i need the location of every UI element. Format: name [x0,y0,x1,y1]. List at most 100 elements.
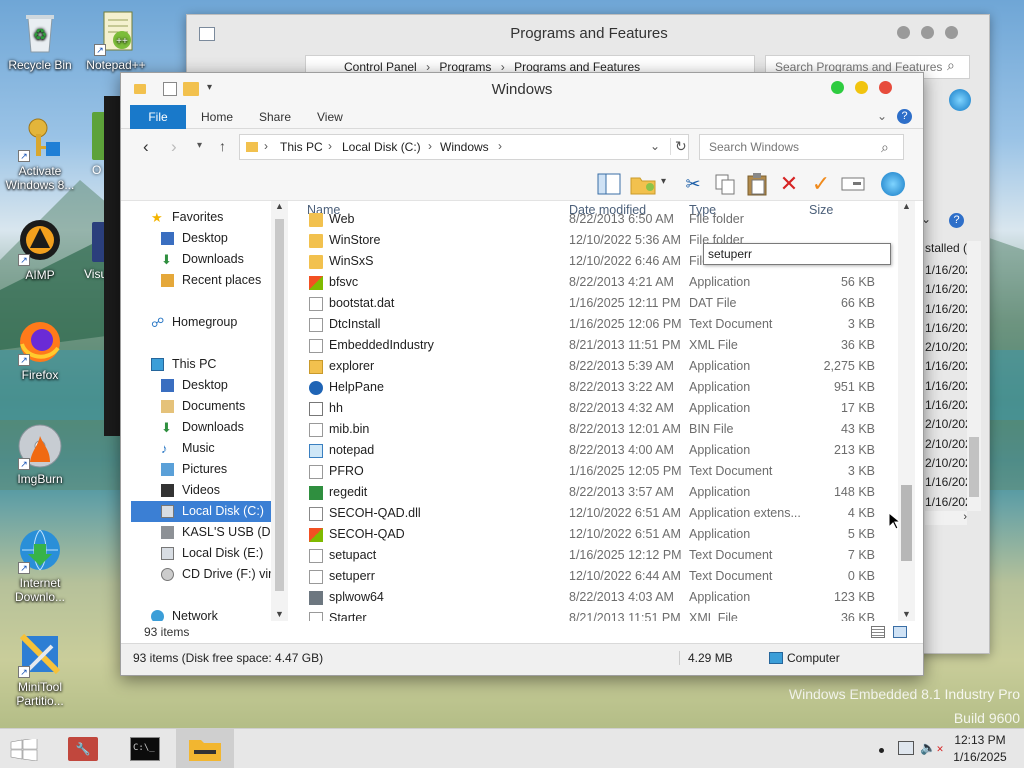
nav-documents[interactable]: Documents [131,396,271,417]
tab-view[interactable]: View [305,105,355,129]
nav-local-disk-c[interactable]: Local Disk (C:) [131,501,271,522]
tab-share[interactable]: Share [247,105,303,129]
desktop-icon-minitool[interactable]: ↗ MiniTool Partitio... [0,630,80,708]
table-row[interactable]: bfsvc 8/22/2013 4:21 AM Application 56 KB [299,272,899,293]
back-maximize-button[interactable] [921,26,934,39]
cmd-icon[interactable]: C:\_ [118,731,172,767]
nav-usb-d[interactable]: KASL'S USB (D:) [131,522,278,543]
recent-locations-icon[interactable]: ▾ [197,140,202,151]
nav-network[interactable]: Network [131,606,271,621]
back-vscroll[interactable] [967,241,981,511]
scroll-thumb[interactable] [901,485,912,561]
refresh-icon[interactable]: ↻ [670,138,687,155]
desktop-icon-firefox[interactable]: ↗ Firefox [0,318,80,382]
table-row[interactable]: notepad 8/22/2013 4:00 AM Application 213 K… [299,440,899,461]
table-row[interactable]: splwow64 8/22/2013 4:03 AM Application 123 … [299,587,899,608]
clock-time[interactable]: 12:13 PM [944,733,1016,747]
table-row[interactable]: hh 8/22/2013 4:32 AM Application 17 KB [299,398,899,419]
back-close-button[interactable] [945,26,958,39]
minimize-button[interactable] [855,81,868,94]
scroll-thumb[interactable] [275,219,284,591]
file-list-scrollbar[interactable]: ▲ ▼ [898,201,915,621]
scroll-down-icon[interactable]: ▼ [902,609,911,619]
table-row[interactable]: explorer 8/22/2013 5:39 AM Application 2,27… [299,356,899,377]
maximize-button[interactable] [831,81,844,94]
nav-favorites-recent[interactable]: Recent places [131,270,271,291]
back-hscroll[interactable]: › [925,511,967,525]
table-row[interactable]: regedit 8/22/2013 3:57 AM Application 148 K… [299,482,899,503]
table-row[interactable]: PFRO 1/16/2025 12:05 PM Text Document 3 KB [299,461,899,482]
table-row[interactable]: setuperr 12/10/2022 6:44 AM Text Document 0… [299,566,899,587]
nav-desktop[interactable]: Desktop [131,375,271,396]
file-explorer-icon[interactable] [176,729,234,768]
address-bar[interactable]: › This PC › Local Disk (C:) › Windows › … [239,134,689,160]
breadcrumb-this-pc[interactable]: This PC [280,140,323,154]
up-arrow-icon[interactable]: ↑ [219,138,226,154]
copy-icon[interactable] [711,170,739,198]
cut-icon[interactable]: ✂ [679,170,707,198]
nav-this-pc[interactable]: This PC [131,354,271,375]
delete-icon[interactable]: ✕ [775,170,803,198]
clock-date[interactable]: 1/16/2025 [944,750,1016,764]
breadcrumb-windows[interactable]: Windows [440,140,489,154]
nav-favorites-downloads[interactable]: ⬇ Downloads [131,249,271,270]
help-icon[interactable]: ? [897,109,912,124]
table-row[interactable]: SECOH-QAD.dll 12/10/2022 6:51 AM Applicati… [299,503,899,524]
table-row[interactable]: setupact 1/16/2025 12:12 PM Text Document 7… [299,545,899,566]
table-row[interactable]: bootstat.dat 1/16/2025 12:11 PM DAT File 66… [299,293,899,314]
new-folder-icon[interactable] [629,170,657,198]
scroll-up-icon[interactable]: ▲ [275,201,284,211]
back-arrow-icon[interactable]: ‹ [143,137,149,157]
forward-arrow-icon[interactable]: › [171,137,177,157]
nav-favorites-desktop[interactable]: Desktop [131,228,271,249]
close-button[interactable] [879,81,892,94]
back-minimize-button[interactable] [897,26,910,39]
details-view-icon[interactable] [871,626,885,638]
scroll-down-icon[interactable]: ▼ [275,609,284,619]
network-tray-icon[interactable] [898,741,914,755]
scroll-up-icon[interactable]: ▲ [902,201,911,211]
table-row[interactable]: mib.bin 8/22/2013 12:01 AM BIN File 43 KB [299,419,899,440]
rename-icon[interactable] [839,170,867,198]
volume-muted-icon[interactable]: 🔈✕ [920,740,944,756]
desktop-icon-activate-windows[interactable]: ↗ Activate Windows 8... [0,114,80,192]
nav-scrollbar[interactable]: ▲ ▼ [271,201,288,621]
back-toolbar-icon[interactable] [949,89,971,111]
explorer-window[interactable]: ▾ Windows File Home Share View ⌄ ? ‹ › ▾… [120,72,924,676]
large-icons-view-icon[interactable] [893,626,907,638]
toolbox-icon[interactable]: 🔧 [56,731,110,767]
table-row[interactable]: Web 8/22/2013 6:50 AM File folder [299,209,899,230]
nav-pictures[interactable]: Pictures [131,459,271,480]
table-row[interactable]: DtcInstall 1/16/2025 12:06 PM Text Documen… [299,314,899,335]
table-row[interactable]: EmbeddedIndustry 8/21/2013 11:51 PM XML Fi… [299,335,899,356]
nav-favorites[interactable]: ★ Favorites [131,207,271,228]
nav-music[interactable]: ♪ Music [131,438,271,459]
start-icon[interactable] [10,737,38,762]
new-folder-dropdown-icon[interactable]: ▾ [661,176,666,187]
help-icon[interactable]: ? [949,213,964,228]
search-input[interactable]: Search Windows [699,134,904,160]
tab-home[interactable]: Home [189,105,245,129]
ribbon-expand-icon[interactable]: ⌄ [877,109,887,123]
tab-file[interactable]: File [130,105,186,129]
preview-pane-icon[interactable] [595,170,623,198]
breadcrumb-local-disk[interactable]: Local Disk (C:) [342,140,421,154]
desktop-icon-notepad-plus-plus[interactable]: ++ ↗ Notepad++ [76,8,156,72]
nav-cd-drive-f[interactable]: CD Drive (F:) virti [131,564,279,585]
address-dropdown-icon[interactable]: ⌄ [650,139,660,153]
nav-videos[interactable]: Videos [131,480,271,501]
table-row[interactable]: SECOH-QAD 12/10/2022 6:51 AM Application 5 … [299,524,899,545]
desktop-icon-aimp[interactable]: ↗ AIMP [0,218,80,282]
nav-homegroup[interactable]: ☍ Homegroup [131,312,271,333]
table-row[interactable]: HelpPane 8/22/2013 3:22 AM Application 951 … [299,377,899,398]
nav-local-disk-e[interactable]: Local Disk (E:) [131,543,271,564]
title-bar[interactable]: ▾ Windows [121,73,923,105]
desktop-icon-imgburn[interactable]: ↗ ImgBurn [0,422,80,486]
nav-downloads[interactable]: ⬇ Downloads [131,417,271,438]
paste-icon[interactable] [743,170,771,198]
shell-icon[interactable] [879,170,907,198]
properties-check-icon[interactable]: ✓ [807,170,835,198]
desktop-icon-recycle-bin[interactable]: ♻ Recycle Bin [0,8,80,72]
table-row[interactable]: Starter 8/21/2013 11:51 PM XML File 36 KB [299,608,899,621]
desktop-icon-internet-download-manager[interactable]: ↗ Internet Downlo... [0,526,80,604]
